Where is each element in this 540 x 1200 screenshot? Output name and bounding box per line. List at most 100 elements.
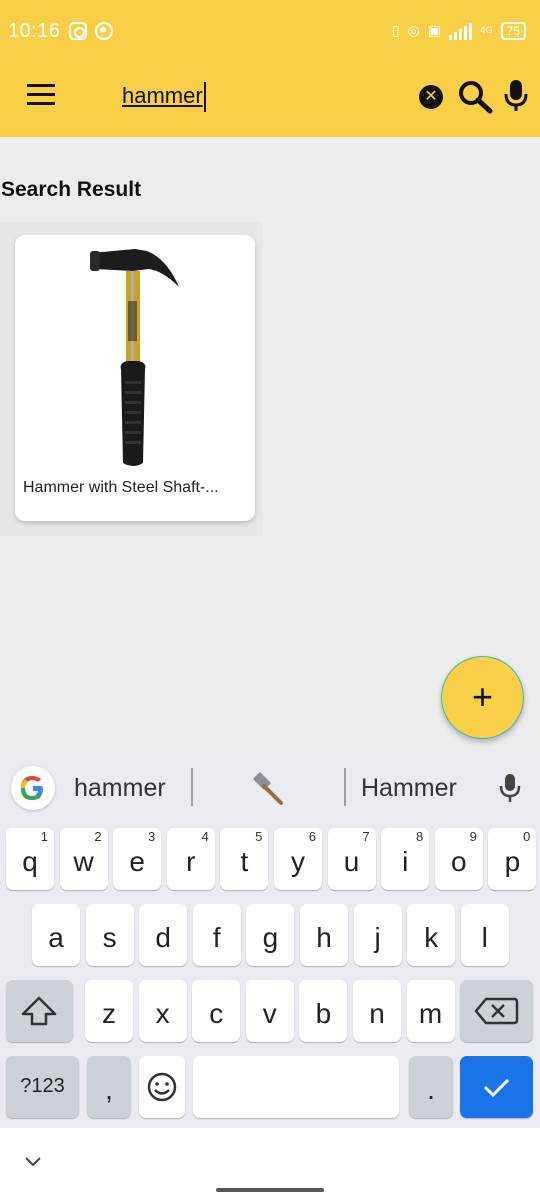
key-label: g bbox=[262, 922, 279, 953]
key-y[interactable]: 6y bbox=[274, 828, 322, 890]
key-x[interactable]: x bbox=[138, 980, 187, 1042]
key-k[interactable]: k bbox=[407, 904, 456, 966]
search-result-heading: Search Result bbox=[1, 178, 142, 201]
product-title: Hammer with Steel Shaft-... bbox=[23, 479, 219, 496]
instagram-icon bbox=[69, 22, 87, 40]
key-label: m bbox=[418, 998, 443, 1029]
chevron-down-icon[interactable] bbox=[24, 1152, 42, 1170]
key-label: k bbox=[424, 922, 439, 953]
key-b[interactable]: b bbox=[299, 980, 348, 1042]
key-label: h bbox=[316, 922, 332, 953]
key-label: s bbox=[102, 922, 117, 953]
key-label: a bbox=[48, 922, 64, 953]
clear-search-icon[interactable]: ✕ bbox=[419, 85, 443, 109]
key-label: w bbox=[73, 846, 94, 877]
voice-search-icon[interactable] bbox=[503, 78, 529, 112]
navigation-bar bbox=[0, 1128, 540, 1200]
keyboard-mic-icon[interactable] bbox=[499, 772, 521, 804]
key-label: y bbox=[291, 846, 305, 877]
symbols-key[interactable]: ?123 bbox=[6, 1056, 79, 1118]
key-label: e bbox=[129, 846, 145, 877]
key-hint: 7 bbox=[362, 829, 370, 844]
key-hint: 4 bbox=[201, 829, 209, 844]
key-l[interactable]: l bbox=[460, 904, 509, 966]
key-n[interactable]: n bbox=[353, 980, 401, 1042]
search-input[interactable]: hammer bbox=[122, 82, 206, 112]
key-f[interactable]: f bbox=[192, 904, 241, 966]
suggestion-divider bbox=[191, 768, 193, 806]
key-label: i bbox=[402, 846, 409, 877]
backspace-key[interactable] bbox=[460, 980, 533, 1042]
menu-icon[interactable] bbox=[27, 84, 57, 106]
app-notification-icon bbox=[95, 22, 113, 40]
emoji-icon bbox=[147, 1072, 177, 1102]
key-label: z bbox=[102, 998, 116, 1029]
key-p[interactable]: 0p bbox=[488, 828, 537, 890]
key-o[interactable]: 9o bbox=[434, 828, 483, 890]
key-hint: 1 bbox=[40, 829, 48, 844]
volte-icon: ▣ bbox=[427, 23, 441, 39]
emoji-key[interactable] bbox=[139, 1056, 185, 1118]
gesture-handle[interactable] bbox=[216, 1188, 324, 1192]
key-hint: 3 bbox=[147, 829, 156, 844]
key-label: n bbox=[369, 998, 385, 1029]
hammer-product-image bbox=[90, 249, 179, 466]
search-icon[interactable] bbox=[457, 80, 493, 114]
suggestion-divider bbox=[344, 768, 346, 806]
key-label: f bbox=[212, 922, 221, 953]
status-bar: 10:16 ▯ ◎ ▣ 4G 75 bbox=[0, 0, 540, 62]
key-t[interactable]: 5t bbox=[220, 828, 269, 890]
google-icon[interactable] bbox=[11, 766, 55, 810]
vibrate-icon: ▯ bbox=[391, 23, 400, 39]
shift-key[interactable] bbox=[6, 980, 73, 1042]
key-h[interactable]: h bbox=[300, 904, 348, 966]
suggestion-2[interactable]: Hammer bbox=[361, 774, 457, 803]
comma-key[interactable]: , bbox=[87, 1056, 131, 1118]
enter-key[interactable] bbox=[460, 1056, 533, 1118]
product-card[interactable]: Hammer with Steel Shaft-... bbox=[15, 235, 255, 521]
key-label: ?123 bbox=[20, 1075, 65, 1097]
key-hint: 9 bbox=[469, 829, 477, 844]
status-icons: ▯ ◎ ▣ 4G 75 bbox=[392, 20, 526, 42]
period-key[interactable]: . bbox=[409, 1056, 453, 1118]
battery-icon: 75 bbox=[500, 22, 526, 40]
key-label: x bbox=[155, 998, 170, 1029]
hammer-emoji-suggestion-icon[interactable] bbox=[250, 772, 286, 808]
key-g[interactable]: g bbox=[246, 904, 295, 966]
key-u[interactable]: 7u bbox=[327, 828, 376, 890]
key-label: t bbox=[240, 846, 249, 877]
space-key[interactable] bbox=[193, 1056, 399, 1118]
key-j[interactable]: j bbox=[353, 904, 402, 966]
key-i[interactable]: 8i bbox=[381, 828, 430, 890]
backspace-icon bbox=[474, 997, 519, 1025]
key-hint: 2 bbox=[94, 829, 102, 844]
key-hint: 5 bbox=[255, 829, 263, 844]
key-z[interactable]: z bbox=[85, 980, 133, 1042]
shift-icon bbox=[21, 996, 57, 1026]
key-e[interactable]: 3e bbox=[113, 828, 162, 890]
key-label: v bbox=[262, 998, 277, 1029]
signal-icon bbox=[448, 22, 472, 40]
key-label: j bbox=[374, 922, 381, 953]
key-label: l bbox=[481, 922, 488, 953]
key-m[interactable]: m bbox=[406, 980, 455, 1042]
check-icon bbox=[483, 1078, 510, 1098]
suggestion-bar: hammer Hammer bbox=[0, 752, 540, 824]
key-label: o bbox=[451, 846, 467, 877]
key-label: c bbox=[209, 998, 224, 1029]
app-header: 10:16 ▯ ◎ ▣ 4G 75 hammer ✕ bbox=[0, 0, 540, 137]
key-q[interactable]: 1q bbox=[6, 828, 54, 890]
key-label: . bbox=[427, 1074, 435, 1105]
key-a[interactable]: a bbox=[32, 904, 80, 966]
key-label: p bbox=[504, 846, 521, 877]
key-s[interactable]: s bbox=[85, 904, 134, 966]
key-hint: 8 bbox=[415, 829, 424, 844]
key-d[interactable]: d bbox=[139, 904, 188, 966]
key-v[interactable]: v bbox=[245, 980, 294, 1042]
key-label: d bbox=[155, 922, 171, 953]
suggestion-1[interactable]: hammer bbox=[74, 774, 166, 803]
key-r[interactable]: 4r bbox=[166, 828, 215, 890]
key-w[interactable]: 2w bbox=[59, 828, 108, 890]
key-c[interactable]: c bbox=[192, 980, 241, 1042]
add-button[interactable]: + bbox=[441, 656, 524, 739]
